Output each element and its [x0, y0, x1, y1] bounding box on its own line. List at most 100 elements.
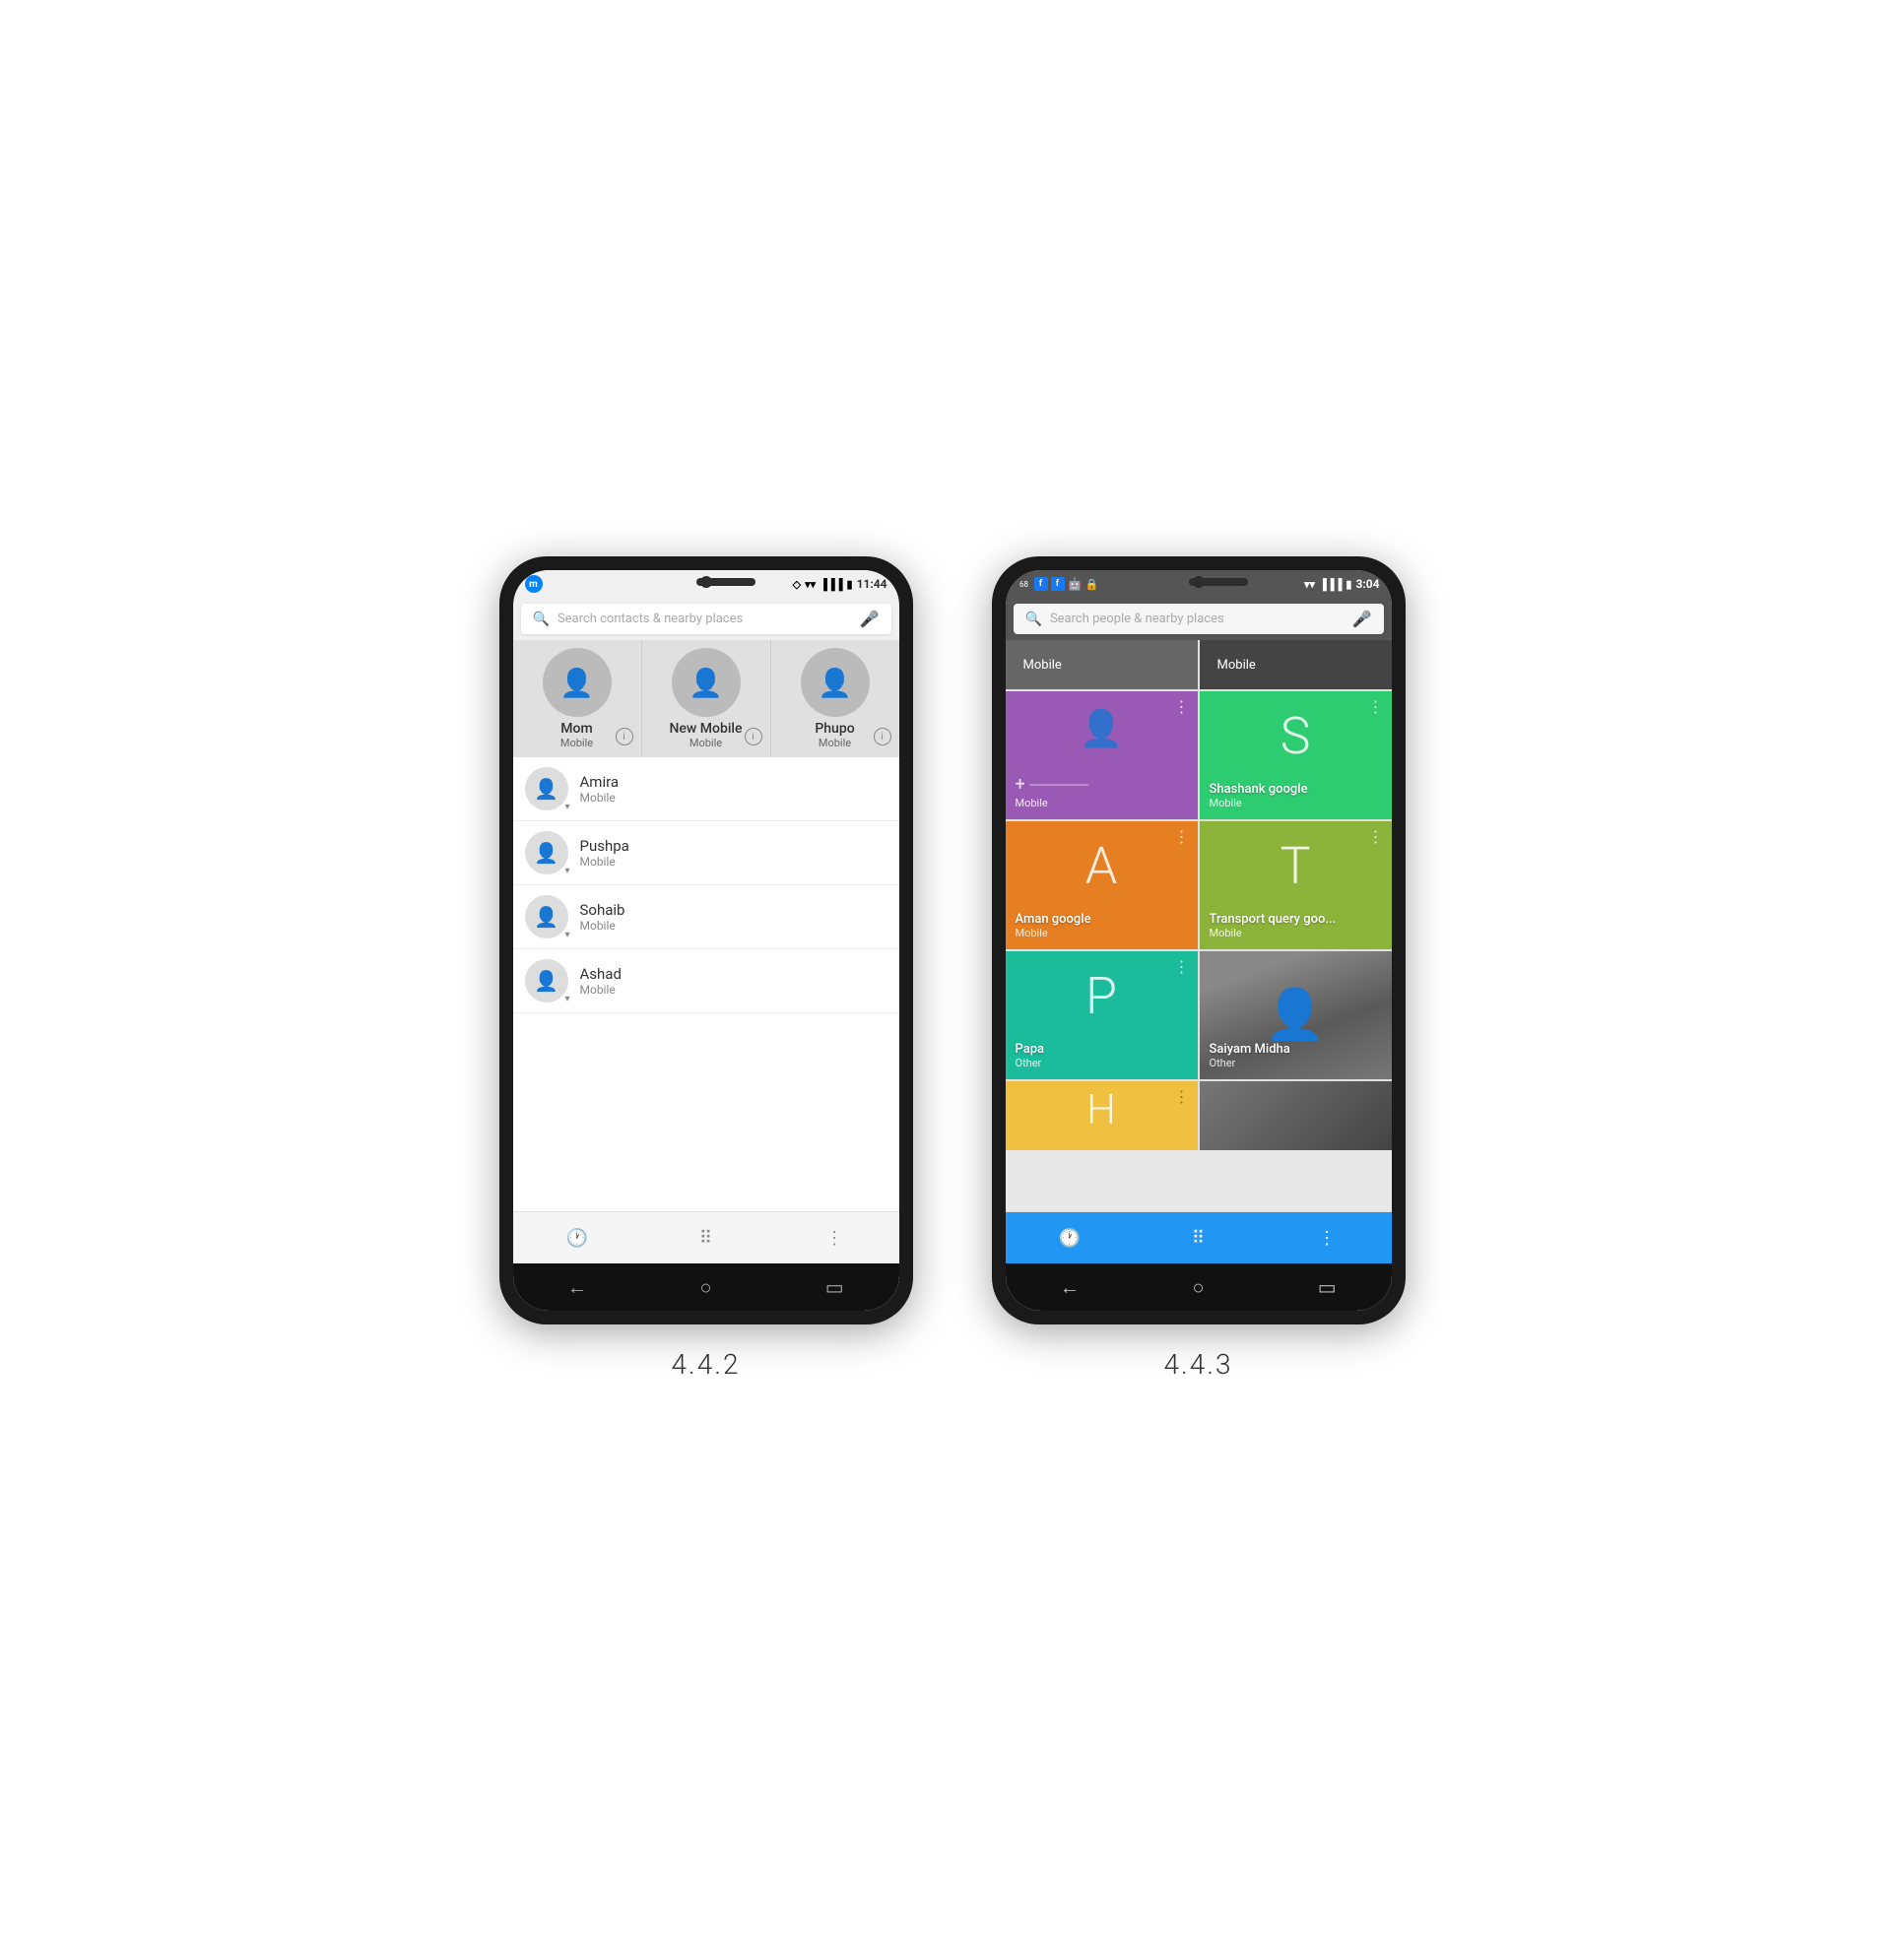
dialpad-icon-new[interactable]: ⠿ [1182, 1222, 1214, 1254]
menu-dots-transport[interactable]: ⋮ [1368, 829, 1384, 845]
back-btn-old[interactable]: ← [558, 1273, 597, 1301]
new-grid-scroll: Mobile Mobile ⋮ 👤 + Mobile [1006, 640, 1392, 1150]
dialpad-icon-old[interactable]: ⠿ [689, 1222, 721, 1254]
name-sohaib: Sohaib [580, 901, 887, 919]
contact-ashad[interactable]: 👤 Ashad Mobile [513, 949, 899, 1013]
partial-label-right: Mobile [1210, 658, 1382, 673]
old-search-bar[interactable]: 🔍 Search contacts & nearby places 🎤 [521, 604, 891, 634]
info-btn-phupo[interactable]: i [874, 728, 891, 745]
info-btn-mom[interactable]: i [616, 728, 633, 745]
favorite-type-new: Mobile [689, 737, 722, 749]
letter-papa: P [1085, 971, 1117, 1022]
new-phone: 68 f f 🤖 🔒 ▾▾ ▐▐▐ ▮ 3:04 [992, 556, 1406, 1324]
mic-icon-new[interactable]: 🎤 [1352, 610, 1372, 628]
menu-dots-papa[interactable]: ⋮ [1174, 959, 1190, 975]
type-papa: Other [1016, 1057, 1188, 1069]
old-bottom-nav: 🕐 ⠿ ⋮ [513, 1211, 899, 1263]
letter-aman: A [1085, 841, 1118, 892]
avatar-ashad: 👤 [525, 959, 568, 1002]
facebook-icon-1: f [1034, 577, 1048, 591]
grid-card-aman[interactable]: ⋮ A Aman google Mobile [1006, 821, 1198, 949]
menu-dots-aman[interactable]: ⋮ [1174, 829, 1190, 845]
old-search-text[interactable]: Search contacts & nearby places [558, 612, 852, 626]
old-phone-screen: m ◇ ▾▾ ▐▐▐ ▮ 11:44 🔍 Search contacts & n… [513, 570, 899, 1311]
lock-icon: 🔒 [1084, 578, 1098, 591]
add-card-type: Mobile [1016, 797, 1188, 809]
search-icon-new: 🔍 [1025, 612, 1042, 627]
old-screen-content: 🔍 Search contacts & nearby places 🎤 👤 Mo… [513, 598, 899, 1263]
letter-transport: T [1280, 841, 1310, 892]
new-bottom-nav: 🕐 ⠿ ⋮ [1006, 1211, 1392, 1263]
favorite-avatar-mom: 👤 [543, 648, 612, 717]
menu-dots-add[interactable]: ⋮ [1174, 699, 1190, 715]
grid-card-partial-right[interactable]: Mobile [1200, 640, 1392, 689]
grid-card-photo2[interactable]: ⋮ [1200, 1081, 1392, 1150]
favorite-phupo[interactable]: 👤 Phupo Mobile i [771, 640, 899, 757]
back-btn-new[interactable]: ← [1050, 1273, 1089, 1301]
mic-icon-old[interactable]: 🎤 [860, 610, 880, 628]
info-btn-new[interactable]: i [745, 728, 762, 745]
new-search-bar[interactable]: 🔍 Search people & nearby places 🎤 [1014, 604, 1384, 634]
facebook-icon-2: f [1051, 577, 1065, 591]
grid-card-saiyam[interactable]: ⋮ 👤 Saiyam Midha Other [1200, 951, 1392, 1079]
info-amira: Amira Mobile [580, 773, 887, 805]
home-btn-new[interactable]: ○ [1178, 1273, 1217, 1301]
name-aman: Aman google [1016, 912, 1188, 927]
name-ashad: Ashad [580, 965, 887, 983]
messenger-icon: m [525, 575, 543, 593]
info-ashad: Ashad Mobile [580, 965, 887, 997]
favorite-avatar-new: 👤 [672, 648, 741, 717]
home-btn-old[interactable]: ○ [686, 1273, 725, 1301]
recents-btn-old[interactable]: ▭ [815, 1273, 854, 1301]
menu-dots-shashank[interactable]: ⋮ [1368, 699, 1384, 715]
circle-68-icon: 68 [1018, 577, 1031, 591]
more-icon-new[interactable]: ⋮ [1311, 1222, 1343, 1254]
favorite-new[interactable]: 👤 New Mobile Mobile i [642, 640, 771, 757]
diamond-icon: ◇ [793, 578, 801, 591]
grid-card-partial-left[interactable]: Mobile [1006, 640, 1198, 689]
clock-icon-old[interactable]: 🕐 [561, 1222, 593, 1254]
grid-card-papa[interactable]: ⋮ P Papa Other [1006, 951, 1198, 1079]
new-phone-wrapper: 68 f f 🤖 🔒 ▾▾ ▐▐▐ ▮ 3:04 [992, 556, 1406, 1381]
type-pushpa: Mobile [580, 855, 887, 869]
signal-icon-new: ▐▐▐ [1319, 578, 1342, 591]
old-phone: m ◇ ▾▾ ▐▐▐ ▮ 11:44 🔍 Search contacts & n… [499, 556, 913, 1324]
recents-btn-new[interactable]: ▭ [1307, 1273, 1346, 1301]
signal-icon-old: ▐▐▐ [820, 578, 842, 591]
grid-card-shashank[interactable]: ⋮ S Shashank google Mobile [1200, 691, 1392, 819]
favorite-type-mom: Mobile [560, 737, 593, 749]
new-grid-container: Mobile Mobile ⋮ 👤 + Mobile [1006, 640, 1392, 1211]
version-old: 4.4.2 [672, 1348, 741, 1381]
grid-card-h[interactable]: ⋮ H [1006, 1081, 1198, 1150]
info-sohaib: Sohaib Mobile [580, 901, 887, 933]
favorite-name-phupo: Phupo [815, 721, 854, 737]
info-pushpa: Pushpa Mobile [580, 837, 887, 869]
favorite-mom[interactable]: 👤 Mom Mobile i [513, 640, 642, 757]
name-transport: Transport query goo... [1210, 912, 1382, 927]
favorite-type-phupo: Mobile [819, 737, 851, 749]
grid-card-add[interactable]: ⋮ 👤 + Mobile [1006, 691, 1198, 819]
photo2-bg [1200, 1081, 1392, 1150]
wifi-icon-new: ▾▾ [1304, 578, 1315, 591]
contact-sohaib[interactable]: 👤 Sohaib Mobile [513, 885, 899, 949]
avatar-amira: 👤 [525, 767, 568, 810]
name-papa: Papa [1016, 1042, 1188, 1057]
add-person-icon: 👤 [1080, 711, 1124, 746]
avatar-sohaib: 👤 [525, 895, 568, 938]
more-icon-old[interactable]: ⋮ [819, 1222, 850, 1254]
menu-dots-h[interactable]: ⋮ [1174, 1089, 1190, 1105]
search-icon-old: 🔍 [533, 612, 550, 627]
phones-container: m ◇ ▾▾ ▐▐▐ ▮ 11:44 🔍 Search contacts & n… [499, 556, 1406, 1381]
old-android-nav: ← ○ ▭ [513, 1263, 899, 1311]
contact-amira[interactable]: 👤 Amira Mobile [513, 757, 899, 821]
letter-shashank: S [1280, 711, 1311, 762]
favorite-avatar-phupo: 👤 [801, 648, 870, 717]
new-search-text[interactable]: Search people & nearby places [1050, 612, 1345, 626]
clock-icon-new[interactable]: 🕐 [1054, 1222, 1085, 1254]
battery-icon-old: ▮ [847, 578, 853, 591]
grid-card-transport[interactable]: ⋮ T Transport query goo... Mobile [1200, 821, 1392, 949]
contact-pushpa[interactable]: 👤 Pushpa Mobile [513, 821, 899, 885]
avatar-pushpa: 👤 [525, 831, 568, 874]
name-saiyam: Saiyam Midha [1210, 1042, 1382, 1057]
new-status-right: ▾▾ ▐▐▐ ▮ 3:04 [1304, 577, 1380, 591]
